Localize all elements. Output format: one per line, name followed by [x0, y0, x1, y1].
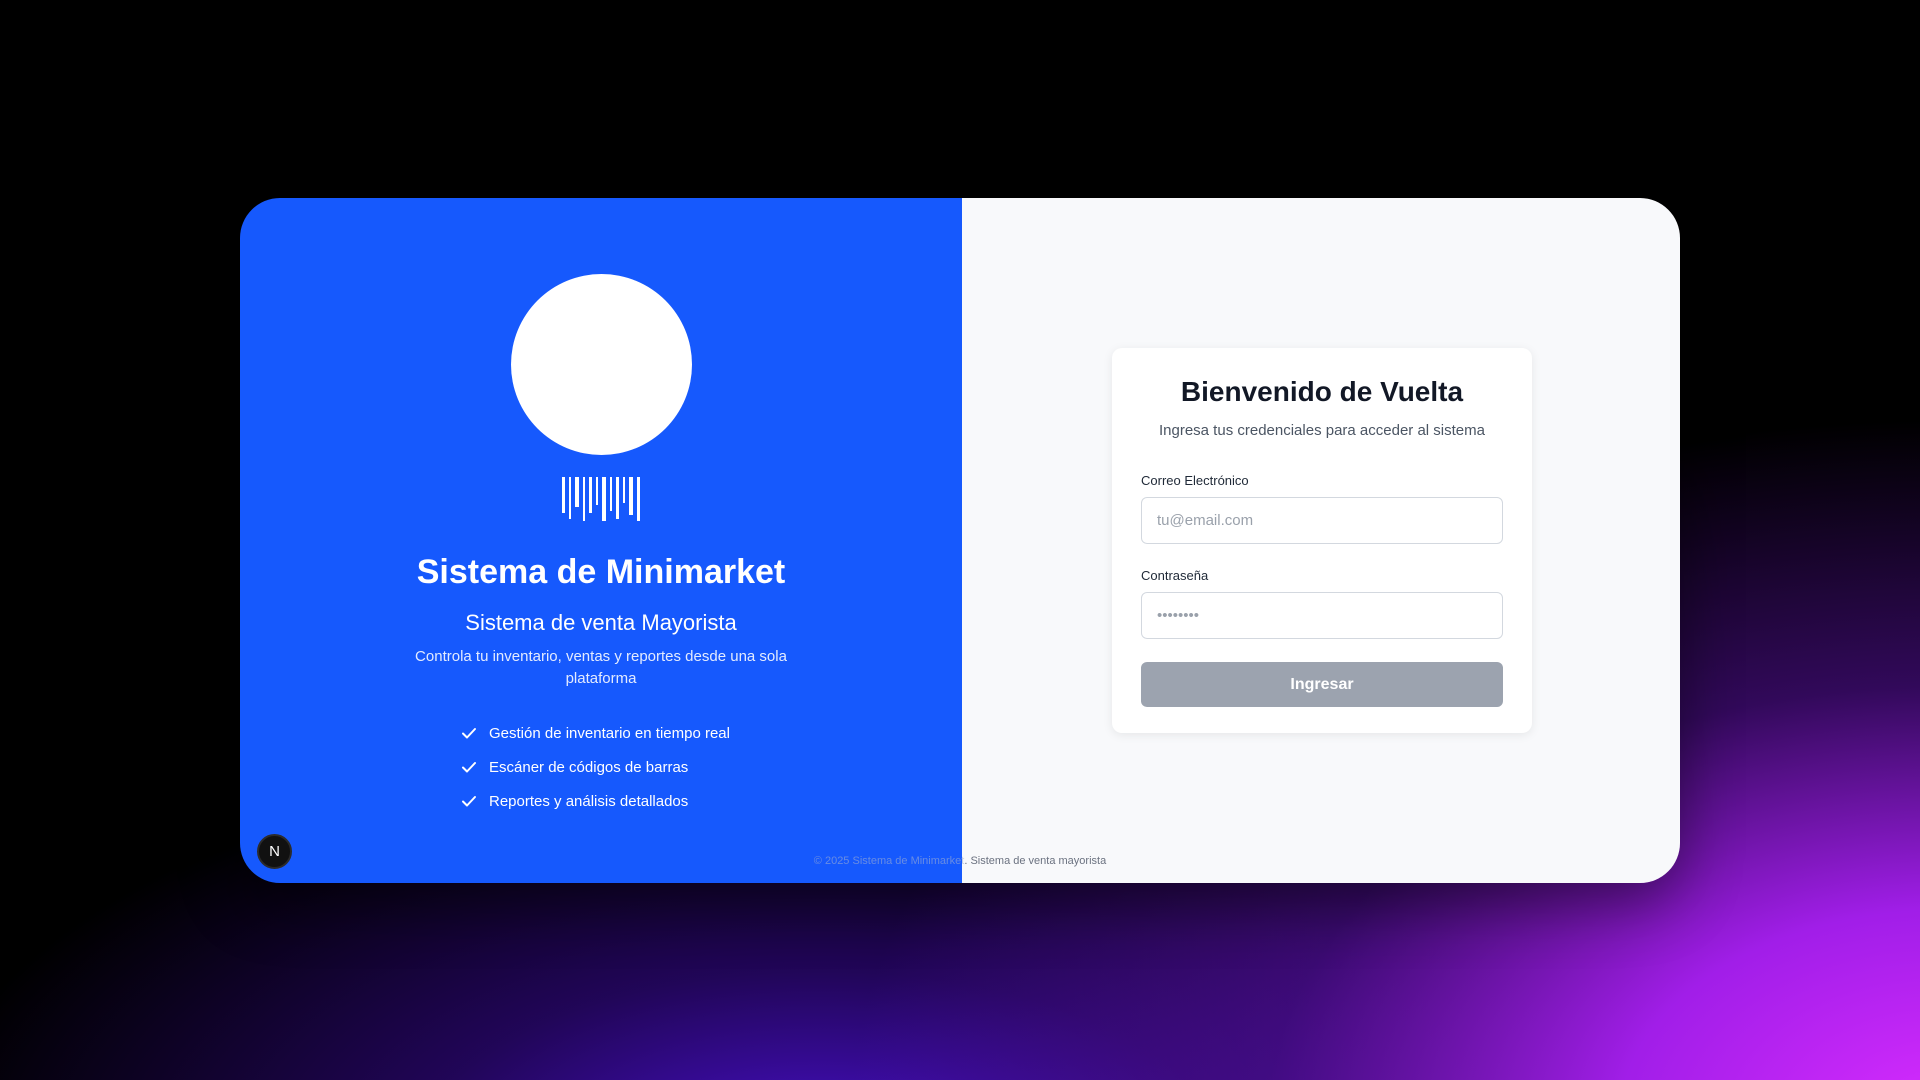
password-label: Contraseña	[1141, 568, 1209, 583]
check-icon	[462, 796, 476, 807]
email-label: Correo Electrónico	[1141, 473, 1249, 488]
feature-item: Gestión de inventario en tiempo real	[461, 716, 771, 750]
brand-panel: Sistema de Minimarket Sistema de venta M…	[240, 198, 962, 883]
feature-label: Escáner de códigos de barras	[489, 758, 689, 776]
check-icon	[462, 728, 476, 739]
login-button[interactable]: Ingresar	[1141, 662, 1503, 707]
email-field[interactable]	[1141, 497, 1503, 544]
feature-list: Gestión de inventario en tiempo real Esc…	[431, 716, 771, 818]
feature-label: Reportes y análisis detallados	[489, 792, 689, 810]
feature-item: Reportes y análisis detallados	[461, 784, 771, 818]
brand-subtitle: Sistema de venta Mayorista	[465, 610, 737, 635]
feature-label: Gestión de inventario en tiempo real	[489, 724, 730, 742]
logo-circle	[510, 274, 692, 455]
nextjs-badge-icon[interactable]: N	[257, 834, 292, 869]
feature-item: Escáner de códigos de barras	[461, 750, 771, 784]
login-subtitle: Ingresa tus credenciales para acceder al…	[1158, 422, 1485, 439]
login-window: Sistema de Minimarket Sistema de venta M…	[240, 198, 1680, 883]
password-field[interactable]	[1141, 592, 1503, 639]
login-title: Bienvenido de Vuelta	[1180, 376, 1464, 407]
check-icon	[462, 762, 476, 773]
brand-title: Sistema de Minimarket	[416, 553, 786, 591]
barcode-icon	[562, 477, 640, 523]
brand-description: Controla tu inventario, ventas y reporte…	[415, 648, 787, 687]
login-panel: Bienvenido de Vuelta Ingresa tus credenc…	[962, 198, 1680, 883]
login-card: Bienvenido de Vuelta Ingresa tus credenc…	[1112, 348, 1532, 733]
